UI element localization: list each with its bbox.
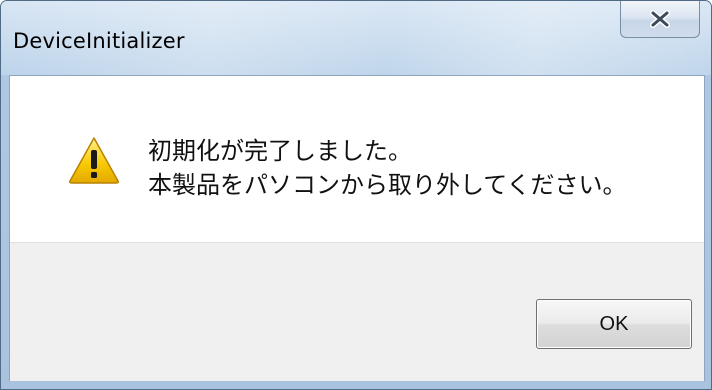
close-button[interactable] [620,1,700,38]
button-bar: OK [10,242,704,381]
warning-icon [69,137,119,184]
message-area: 初期化が完了しました。 本製品をパソコンから取り外してください。 [10,76,704,242]
dialog-message: 初期化が完了しました。 本製品をパソコンから取り外してください。 [148,134,627,202]
message-line-1: 初期化が完了しました。 [148,137,412,165]
dialog-client-area: 初期化が完了しました。 本製品をパソコンから取り外してください。 OK [9,75,705,381]
message-line-2: 本製品をパソコンから取り外してください。 [148,171,627,199]
ok-button[interactable]: OK [536,299,692,349]
close-icon [650,10,670,28]
window-title: DeviceInitializer [13,29,185,53]
title-bar[interactable]: DeviceInitializer [1,1,711,75]
dialog-window: DeviceInitializer 初期化が完了しました。 本製品をパソコンから… [0,0,712,390]
